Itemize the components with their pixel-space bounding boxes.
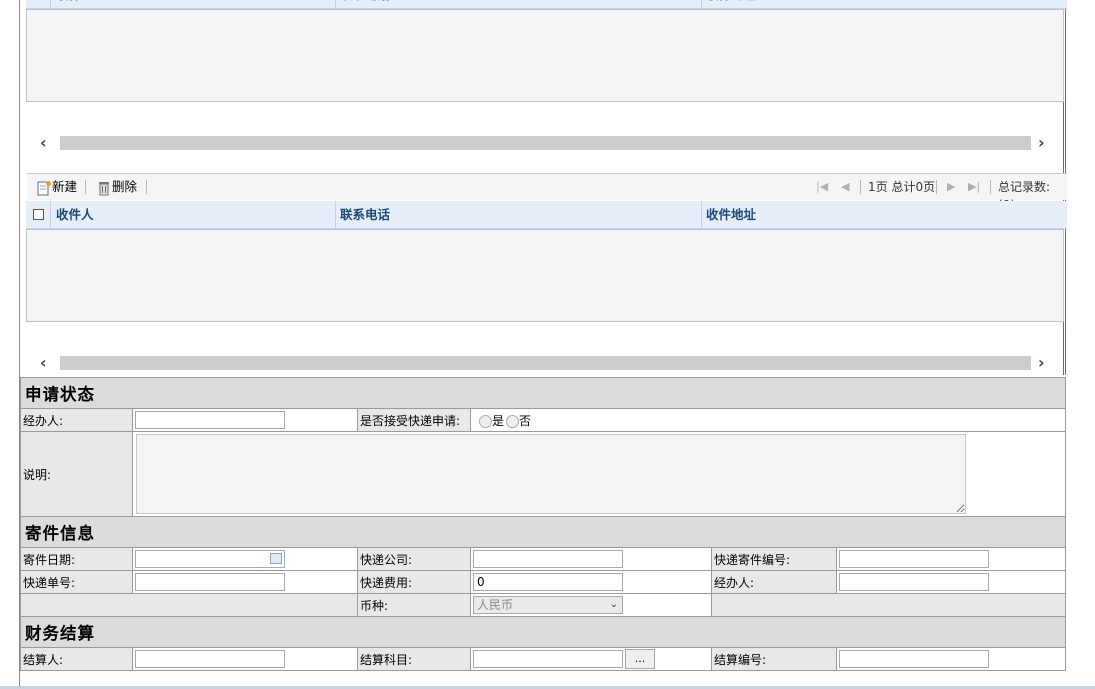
scroll-right-icon[interactable]: › [1038, 353, 1045, 373]
prev-page-icon[interactable]: ◀ [841, 178, 849, 196]
chevron-down-icon: ⌄ [609, 599, 618, 610]
ship-date-label: 寄件日期: [20, 547, 133, 571]
accept-yes-radio[interactable] [479, 414, 492, 428]
note-label: 说明: [20, 431, 133, 517]
ship-number-label: 快递寄件编号: [711, 547, 837, 571]
grid2-header: 收件人 联系电话 收件地址 [26, 201, 1067, 229]
express-company-label: 快递公司: [357, 547, 471, 571]
grid2-toolbar: 新建 删除 |◀ ◀ 1页 总计0页 ▶ ▶| 总记录数:(0) [27, 173, 1067, 212]
express-fee-input[interactable] [473, 573, 623, 591]
new-button-label: 新建 [52, 179, 78, 194]
handler-input[interactable] [135, 411, 285, 429]
grid1-col-recipient[interactable]: 收件人 [56, 0, 94, 8]
note-textarea[interactable] [136, 434, 966, 514]
grid1-body [26, 9, 1064, 102]
grid2-horizontal-scrollbar[interactable]: ‹ › [26, 352, 1066, 376]
grid1-col-address[interactable]: 收件地址 [706, 0, 756, 8]
scroll-left-icon[interactable]: ‹ [40, 133, 47, 153]
grid1-header: 收件人 联系电话 收件地址 [26, 0, 1067, 9]
grid2-col-phone[interactable]: 联系电话 [340, 201, 390, 228]
trash-icon [99, 181, 109, 195]
total-records: 总记录数:(0) [998, 180, 1051, 212]
ship-date-input[interactable] [135, 550, 285, 568]
section-shipping-info: 寄件信息 [19, 516, 1067, 548]
delete-button-label: 删除 [112, 179, 138, 194]
settle-subject-browse-button[interactable]: ... [625, 649, 655, 669]
grid2-col-recipient[interactable]: 收件人 [56, 201, 94, 228]
scrollbar-track[interactable] [60, 356, 1031, 370]
express-company-input[interactable] [473, 550, 623, 568]
ship-number-input[interactable] [839, 550, 989, 568]
next-page-icon[interactable]: ▶ [947, 178, 955, 196]
grid2-body [26, 229, 1064, 322]
tracking-number-input[interactable] [135, 573, 285, 591]
express-fee-label: 快递费用: [357, 570, 471, 594]
accept-no-radio[interactable] [506, 414, 520, 428]
currency-select[interactable]: 人民币 ⌄ [473, 596, 623, 614]
grid2-col-address[interactable]: 收件地址 [706, 201, 756, 228]
settle-number-input[interactable] [839, 650, 989, 668]
delete-button[interactable]: 删除 [96, 178, 137, 196]
scroll-right-icon[interactable]: › [1038, 133, 1045, 153]
settler-label: 结算人: [20, 647, 133, 671]
grid1-col-phone[interactable]: 联系电话 [340, 0, 390, 8]
first-page-icon[interactable]: |◀ [816, 178, 828, 196]
scrollbar-track[interactable] [60, 136, 1031, 150]
settle-subject-label: 结算科目: [357, 647, 471, 671]
tracking-number-label: 快递单号: [20, 570, 133, 594]
currency-value: 人民币 [477, 598, 514, 612]
calendar-icon[interactable] [270, 553, 282, 564]
last-page-icon[interactable]: ▶| [968, 178, 980, 196]
shipping-handler-input[interactable] [839, 573, 989, 591]
page-info: 1页 总计0页 [868, 180, 936, 194]
shipping-handler-label: 经办人: [711, 570, 837, 594]
currency-label: 币种: [357, 593, 471, 617]
accept-express-label: 是否接受快递申请: [357, 408, 471, 432]
settle-subject-input[interactable] [473, 649, 623, 668]
settle-number-label: 结算编号: [711, 647, 837, 671]
grid2-select-all-checkbox[interactable] [33, 209, 44, 220]
accept-no-label: 否 [519, 413, 532, 428]
accept-yes-label: 是 [492, 413, 505, 428]
new-document-icon [37, 180, 51, 195]
grid1-horizontal-scrollbar[interactable]: ‹ › [26, 132, 1066, 156]
detail-form: 申请状态 经办人: 是否接受快递申请: 是否 说明: 寄件信息 寄件日期: 快递… [19, 377, 1067, 671]
settler-input[interactable] [135, 650, 285, 668]
section-apply-status: 申请状态 [19, 377, 1067, 409]
section-finance-settlement: 财务结算 [19, 616, 1067, 648]
handler-label: 经办人: [20, 408, 133, 432]
scroll-left-icon[interactable]: ‹ [40, 353, 47, 373]
new-button[interactable]: 新建 [36, 178, 77, 196]
